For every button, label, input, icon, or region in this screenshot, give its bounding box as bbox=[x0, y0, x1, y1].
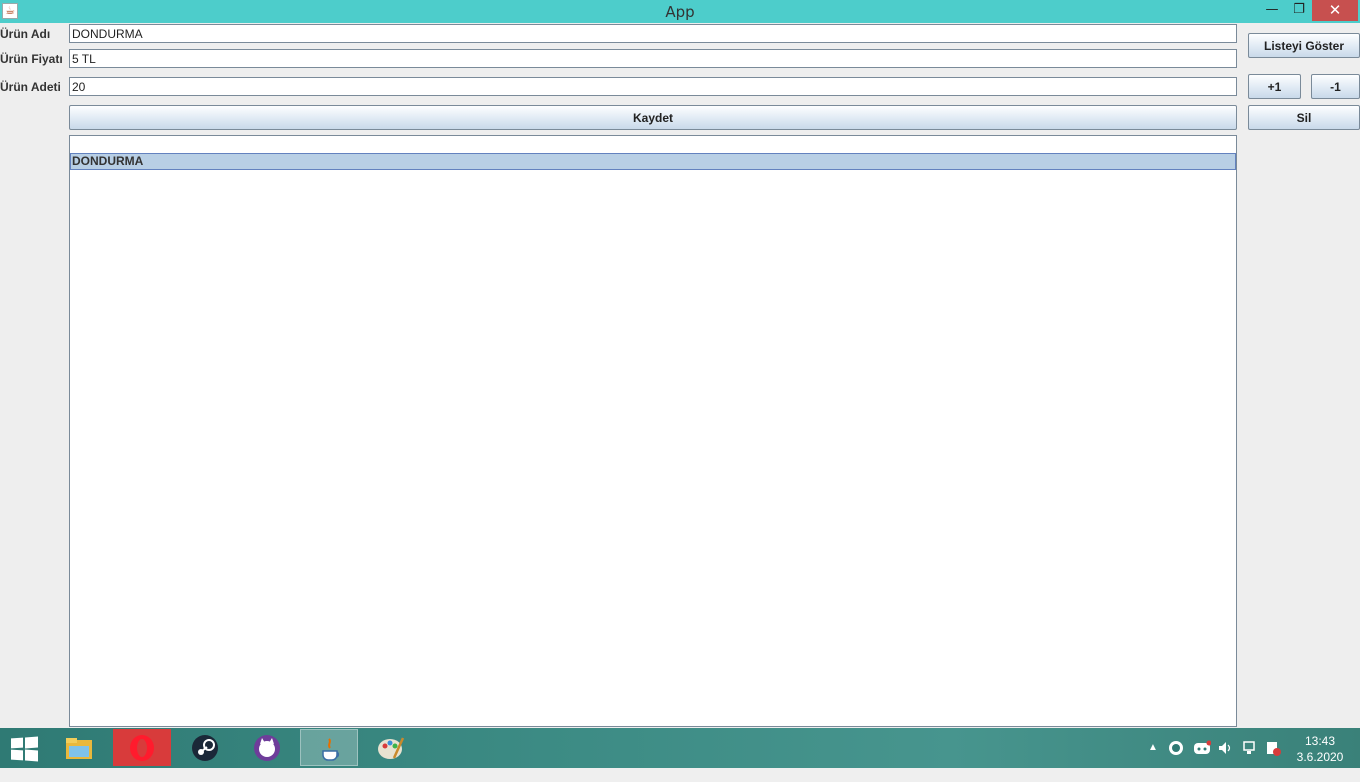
file-explorer-icon[interactable] bbox=[50, 729, 108, 766]
product-quantity-label: Ürün Adeti bbox=[0, 80, 61, 94]
product-name-label: Ürün Adı bbox=[0, 27, 51, 41]
product-price-input[interactable] bbox=[69, 49, 1237, 68]
product-list[interactable]: DONDURMA bbox=[69, 135, 1237, 727]
product-name-input[interactable] bbox=[69, 24, 1237, 43]
clock[interactable]: 13:43 3.6.2020 bbox=[1292, 733, 1348, 765]
app-window: ☕ App — ❐ ✕ Ürün Adı Ürün Fiyatı Ürün Ad… bbox=[0, 0, 1360, 728]
discord-icon[interactable] bbox=[1193, 740, 1212, 756]
delete-button[interactable]: Sil bbox=[1248, 105, 1360, 130]
action-center-icon[interactable] bbox=[1265, 740, 1281, 756]
clock-time: 13:43 bbox=[1304, 734, 1336, 748]
show-list-button[interactable]: Listeyi Göster bbox=[1248, 33, 1360, 58]
save-button[interactable]: Kaydet bbox=[69, 105, 1237, 130]
product-price-label: Ürün Fiyatı bbox=[0, 52, 63, 66]
decrement-button[interactable]: -1 bbox=[1311, 74, 1360, 99]
start-icon[interactable] bbox=[8, 736, 40, 762]
java-icon[interactable] bbox=[300, 729, 358, 766]
paint-icon[interactable] bbox=[362, 729, 420, 766]
volume-icon[interactable] bbox=[1217, 740, 1233, 756]
close-button[interactable]: ✕ bbox=[1312, 0, 1358, 21]
title-bar[interactable]: ☕ App — ❐ ✕ bbox=[0, 0, 1360, 23]
maximize-button[interactable]: ❐ bbox=[1286, 0, 1312, 21]
list-item[interactable]: DONDURMA bbox=[70, 153, 1236, 170]
tray-overflow-icon[interactable]: ▲ bbox=[1148, 742, 1158, 782]
network-icon[interactable] bbox=[1241, 740, 1257, 756]
opera-icon[interactable] bbox=[113, 729, 171, 766]
clock-date: 3.6.2020 bbox=[1296, 750, 1344, 764]
taskbar: ▲ 13:43 3.6.2020 bbox=[0, 728, 1360, 768]
github-icon[interactable] bbox=[238, 729, 296, 766]
edge-icon[interactable] bbox=[1168, 740, 1184, 756]
minimize-button[interactable]: — bbox=[1258, 0, 1286, 21]
increment-button[interactable]: +1 bbox=[1248, 74, 1301, 99]
window-title: App bbox=[665, 3, 695, 21]
product-quantity-input[interactable] bbox=[69, 77, 1237, 96]
steam-icon[interactable] bbox=[176, 729, 234, 766]
